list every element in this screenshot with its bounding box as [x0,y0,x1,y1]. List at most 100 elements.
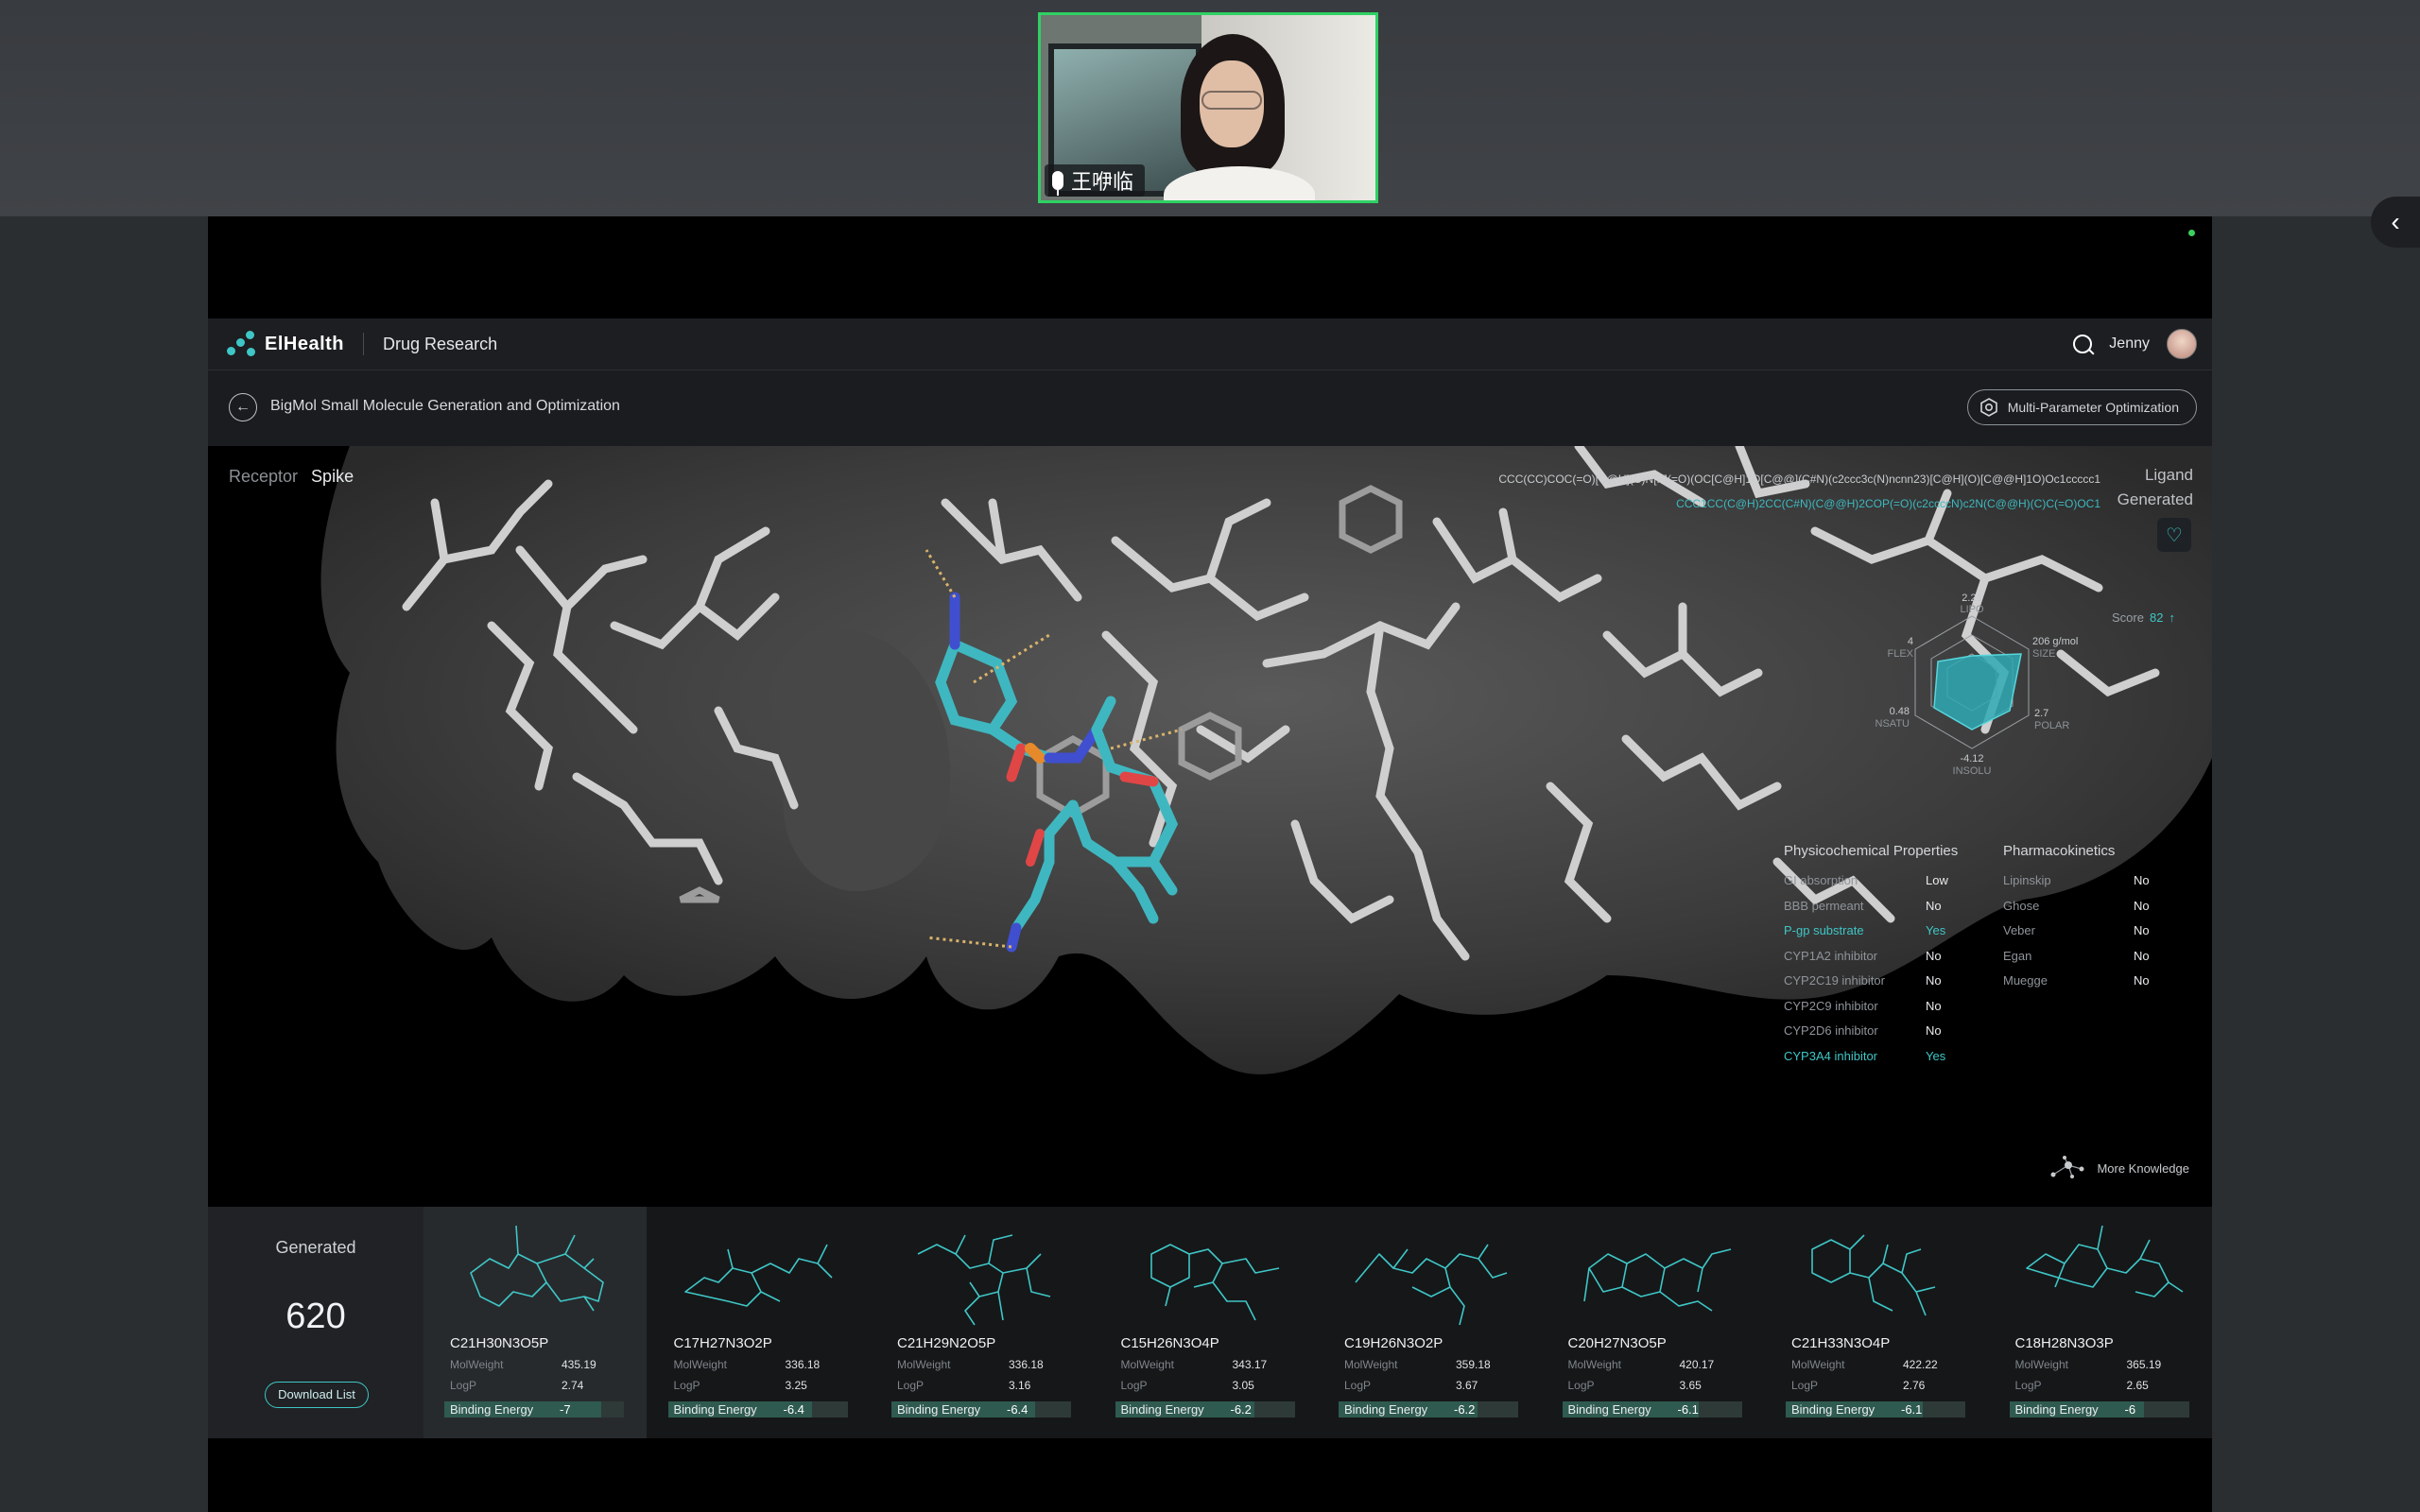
property-value: No [1926,998,1942,1013]
property-row: CYP2D6 inhibitor No [1784,1019,1982,1044]
molecule-formula: C19H26N3O2P [1344,1335,1443,1351]
molecule-3d-viewer[interactable]: Receptor Spike CCC(CC)COC(=O)[C@H](C)N[P… [208,446,2212,1207]
radar-lipo-value: 2.21 [1962,593,1981,604]
property-name: Muegge [2003,973,2048,988]
molweight-value: 343.17 [1232,1358,1268,1371]
molecule-card[interactable]: C19H26N3O2P MolWeight 359.18 LogP 3.67 Bindin… [1318,1207,1541,1438]
nav-section-drug-research[interactable]: Drug Research [383,335,497,354]
logp-row: LogP 3.05 [1121,1379,1301,1392]
smiles-strings: CCC(CC)COC(=O)[C@H](C)N[P](=O)(OC[C@H]1O… [1498,467,2100,516]
logp-value: 2.65 [2126,1379,2149,1392]
user-name[interactable]: Jenny [2109,335,2150,352]
receptor-value[interactable]: Spike [311,467,354,487]
logp-label: LogP [1567,1379,1595,1392]
mpo-label: Multi-Parameter Optimization [2007,400,2179,415]
search-icon[interactable] [2073,335,2093,353]
molweight-value: 359.18 [1456,1358,1491,1371]
property-name: CYP1A2 inhibitor [1784,948,1877,963]
logp-row: LogP 3.67 [1344,1379,1524,1392]
property-name: Egan [2003,948,2032,963]
multi-parameter-optimization-button[interactable]: Multi-Parameter Optimization [1966,389,2197,425]
molecule-card[interactable]: C17H27N3O2P MolWeight 336.18 LogP 3.25 Bindin… [648,1207,871,1438]
property-row: GI absorption Low [1784,868,1982,894]
participant-video-tile[interactable]: 王咿临 [1038,12,1378,203]
property-row: CYP2C19 inhibitor No [1784,969,1982,994]
top-navbar: ElHealth Drug Research Jenny [208,318,2212,370]
logp-value: 2.76 [1903,1379,1926,1392]
smiles-legend: Ligand Generated [2118,463,2193,512]
network-icon [2050,1156,2084,1178]
logp-label: LogP [1791,1379,1819,1392]
molecule-formula: C21H30N3O5P [450,1335,549,1351]
molecule-card[interactable]: C18H28N3O3P MolWeight 365.19 LogP 2.65 Bindin… [1989,1207,2212,1438]
property-value: No [2134,923,2150,937]
binding-energy-value: -6.1 [1677,1402,1699,1417]
physchem-title: Physicochemical Properties [1784,843,1959,859]
molweight-label: MolWeight [897,1358,951,1371]
page-title: BigMol Small Molecule Generation and Opt… [270,398,620,414]
property-value: Low [1926,873,1948,887]
more-knowledge-link[interactable]: More Knowledge [2049,1156,2189,1180]
property-row: Egan No [2003,944,2164,970]
participant-name: 王咿临 [1071,170,1134,194]
molweight-value: 435.19 [562,1358,596,1371]
property-value: No [2134,973,2150,988]
shared-app-window: ElHealth Drug Research Jenny ← BigMol Sm… [208,216,2212,1512]
protein-ligand-render[interactable] [208,446,2212,1207]
molecule-card[interactable]: C21H29N2O5P MolWeight 336.18 LogP 3.16 Bindin… [871,1207,1094,1438]
molecule-card[interactable]: C20H27N3O5P MolWeight 420.17 LogP 3.65 Bindin… [1542,1207,1765,1438]
pharmacokinetics-title: Pharmacokinetics [2003,843,2116,859]
molecule-formula: C21H29N2O5P [897,1335,996,1351]
arrow-up-icon: ↑ [2169,610,2175,625]
molweight-value: 365.19 [2126,1358,2162,1371]
radar-flex-value: 4 [1908,636,1913,647]
binding-energy-value: -7 [560,1402,571,1417]
logp-value: 3.67 [1456,1379,1478,1392]
binding-energy-value: -6.1 [1901,1402,1923,1417]
download-list-button[interactable]: Download List [265,1382,369,1408]
generated-label: Generated [2117,490,2193,508]
molweight-label: MolWeight [1120,1358,1174,1371]
radar-flex-label: FLEX [1887,648,1913,660]
binding-energy-bar: Binding Energy -7 [444,1401,624,1418]
generated-title: Generated [275,1238,356,1257]
molweight-row: MolWeight 343.17 [1121,1358,1301,1371]
radar-size-value: 206 g/mol [2032,636,2078,647]
molecule-logo-icon [227,331,255,357]
generated-summary: Generated 620 Download List [208,1207,424,1438]
property-row: Veber No [2003,919,2164,944]
heart-icon: ♡ [2166,524,2183,546]
receptor-selector[interactable]: Receptor Spike [229,467,354,487]
radar-data-shape [1933,653,2022,730]
favorite-button[interactable]: ♡ [2157,518,2191,552]
chevron-left-icon: ‹ [2391,207,2400,236]
property-value: No [1926,1023,1942,1038]
collapse-panel-button[interactable]: ‹ [2371,197,2420,248]
property-row: Ghose No [2003,894,2164,919]
radar-lipo-label: LIPO [1960,604,1984,615]
molecule-structure [470,1225,604,1312]
property-row: CYP2C9 inhibitor No [1784,994,1982,1020]
molecule-formula: C21H33N3O4P [1791,1335,1891,1351]
molweight-row: MolWeight 336.18 [674,1358,854,1371]
property-name: BBB permeant [1784,898,1864,913]
smiles-ligand: CCC(CC)COC(=O)[C@H](C)N[P](=O)(OC[C@H]1O… [1498,472,2100,486]
score-readout: Score 82 ↑ [2112,610,2175,625]
binding-energy-label: Binding Energy [1791,1402,1876,1417]
back-button[interactable]: ← [229,393,257,421]
molweight-value: 336.18 [1009,1358,1044,1371]
avatar[interactable] [2167,329,2197,359]
molecule-card-list: C21H30N3O5P MolWeight 435.19 LogP 2.74 Bindin… [424,1207,2212,1438]
property-name: GI absorption [1784,873,1858,887]
binding-energy-bar: Binding Energy -6 [2009,1401,2189,1418]
video-person-glasses [1201,91,1262,110]
participant-nametag: 王咿临 [1045,164,1146,197]
brand-logo[interactable]: ElHealth [227,331,344,357]
molecule-card[interactable]: C21H30N3O5P MolWeight 435.19 LogP 2.74 Bindin… [424,1207,647,1438]
molecule-card[interactable]: C15H26N3O4P MolWeight 343.17 LogP 3.05 Bindin… [1095,1207,1318,1438]
logp-row: LogP 3.65 [1568,1379,1748,1392]
molecule-structure [683,1244,833,1307]
property-value: No [1926,948,1942,963]
molecule-card[interactable]: C21H33N3O4P MolWeight 422.22 LogP 2.76 Bindin… [1765,1207,1988,1438]
radar-insolu-value: -4.12 [1960,753,1983,765]
